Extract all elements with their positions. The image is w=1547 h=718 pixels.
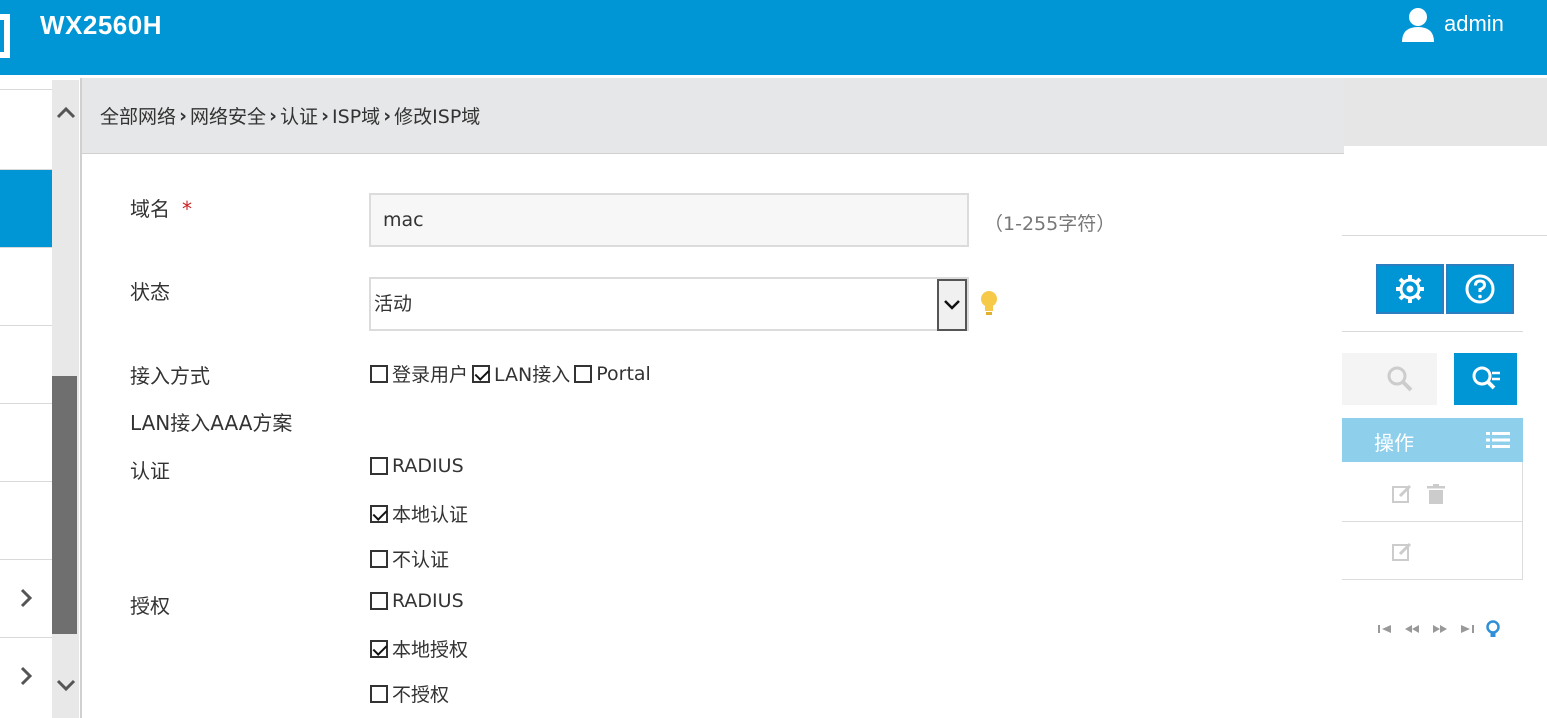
help-button[interactable] <box>1446 264 1514 314</box>
access-method-label: 接入方式 <box>130 364 210 388</box>
pager <box>1378 620 1500 638</box>
table-row <box>1340 462 1523 522</box>
last-page-icon[interactable] <box>1460 624 1474 634</box>
edit-icon[interactable] <box>1392 484 1412 504</box>
table-header-operation: 操作 <box>1340 418 1523 462</box>
chevron-down-icon <box>944 300 960 310</box>
chevron-down-icon[interactable] <box>55 674 77 696</box>
checkbox-label: 本地授权 <box>392 639 469 661</box>
operation-header-label: 操作 <box>1374 431 1414 455</box>
list-icon[interactable] <box>1486 431 1510 449</box>
checkbox-label: 不认证 <box>392 549 450 571</box>
edit-icon[interactable] <box>1392 542 1412 562</box>
nav-item[interactable] <box>0 481 52 559</box>
breadcrumb-separator-icon: › <box>269 104 277 127</box>
checkbox-label: 不授权 <box>392 684 450 706</box>
authz-local-option: 本地授权 <box>370 635 472 662</box>
product-name: WX2560H <box>40 10 162 40</box>
divider <box>1340 331 1523 332</box>
search-icon <box>1387 366 1413 392</box>
authz-radius-option: RADIUS <box>370 590 468 612</box>
breadcrumb-separator-icon: › <box>179 104 187 127</box>
checkbox-label: 登录用户 <box>392 364 469 386</box>
authz-none-option: 不授权 <box>370 680 453 707</box>
breadcrumb-separator-icon: › <box>321 104 329 127</box>
breadcrumb: 全部网络 › 网络安全 › 认证 › ISP域 › 修改ISP域 <box>82 78 1344 154</box>
checkbox-label: Portal <box>596 362 651 385</box>
help-icon <box>1465 274 1495 304</box>
nav-item[interactable] <box>0 247 52 325</box>
access-portal-checkbox[interactable] <box>574 364 593 383</box>
user-icon <box>1402 8 1434 42</box>
access-login-user-checkbox[interactable] <box>370 364 388 383</box>
delete-icon[interactable] <box>1427 484 1445 504</box>
authz-none-checkbox[interactable] <box>370 684 388 703</box>
top-bar: WX2560H admin <box>0 0 1547 75</box>
left-nav <box>0 75 52 718</box>
user-menu[interactable]: admin <box>1400 4 1504 44</box>
chevron-up-icon[interactable] <box>55 102 77 124</box>
advanced-search-icon <box>1472 366 1500 390</box>
authorization-label: 授权 <box>130 594 170 618</box>
gear-icon <box>1396 275 1424 303</box>
nav-item[interactable] <box>0 89 52 169</box>
access-method-options: 登录用户 LAN接入 Portal <box>370 360 655 387</box>
nav-item-expandable[interactable] <box>0 637 52 715</box>
username: admin <box>1444 11 1504 36</box>
breadcrumb-item[interactable]: 认证 <box>280 102 318 129</box>
domain-name-input[interactable]: mac <box>369 193 969 247</box>
required-mark: * <box>182 197 192 221</box>
advanced-search-button[interactable] <box>1454 353 1517 405</box>
state-select[interactable]: 活动 <box>369 277 969 331</box>
chevron-right-icon <box>20 588 32 608</box>
chevron-right-icon <box>20 666 32 686</box>
state-select-value: 活动 <box>374 293 413 315</box>
background-search-field[interactable] <box>1340 353 1437 405</box>
breadcrumb-separator-icon: › <box>383 104 392 127</box>
domain-name-hint: （1-255字符） <box>984 213 1116 235</box>
next-page-icon[interactable] <box>1432 624 1448 634</box>
breadcrumb-current: 修改ISP域 <box>394 106 481 128</box>
lightbulb-icon[interactable] <box>979 290 999 318</box>
auth-radius-option: RADIUS <box>370 455 468 477</box>
select-arrow[interactable] <box>937 279 967 331</box>
auth-none-checkbox[interactable] <box>370 549 388 568</box>
auth-none-option: 不认证 <box>370 545 453 572</box>
auth-radius-checkbox[interactable] <box>370 457 388 475</box>
divider <box>1340 235 1547 236</box>
state-label: 状态 <box>130 280 170 304</box>
auth-local-option: 本地认证 <box>370 500 472 527</box>
access-lan-checkbox[interactable] <box>472 364 491 383</box>
authz-radius-checkbox[interactable] <box>370 592 388 610</box>
authentication-label: 认证 <box>130 459 170 483</box>
settings-button[interactable] <box>1376 264 1444 314</box>
checkbox-label: RADIUS <box>392 455 464 477</box>
nav-scrollbar[interactable] <box>52 80 79 718</box>
logo-icon <box>0 14 10 58</box>
first-page-icon[interactable] <box>1378 624 1392 634</box>
modify-isp-domain-dialog: 全部网络 › 网络安全 › 认证 › ISP域 › 修改ISP域 域名 * mac… <box>80 78 1344 718</box>
breadcrumb-item[interactable]: 全部网络 <box>100 102 176 129</box>
breadcrumb-item[interactable]: ISP域 <box>332 102 380 129</box>
checkbox-label: 本地认证 <box>392 504 469 526</box>
nav-item[interactable] <box>0 403 52 481</box>
background-header <box>1340 78 1547 146</box>
checkbox-label: RADIUS <box>392 590 464 612</box>
lan-aaa-section-label: LAN接入AAA方案 <box>130 411 293 435</box>
scrollbar-thumb[interactable] <box>52 376 77 634</box>
lightbulb-icon[interactable] <box>1486 620 1500 638</box>
auth-local-checkbox[interactable] <box>370 504 388 523</box>
table-row <box>1340 522 1523 580</box>
nav-item-active[interactable] <box>0 169 52 247</box>
breadcrumb-item[interactable]: 网络安全 <box>190 102 266 129</box>
domain-name-label: 域名 * <box>130 193 192 222</box>
authz-local-checkbox[interactable] <box>370 639 388 658</box>
prev-page-icon[interactable] <box>1404 624 1420 634</box>
nav-item[interactable] <box>0 325 52 403</box>
domain-name-label-text: 域名 <box>130 197 170 221</box>
checkbox-label: LAN接入 <box>494 364 571 386</box>
nav-item-expandable[interactable] <box>0 559 52 637</box>
